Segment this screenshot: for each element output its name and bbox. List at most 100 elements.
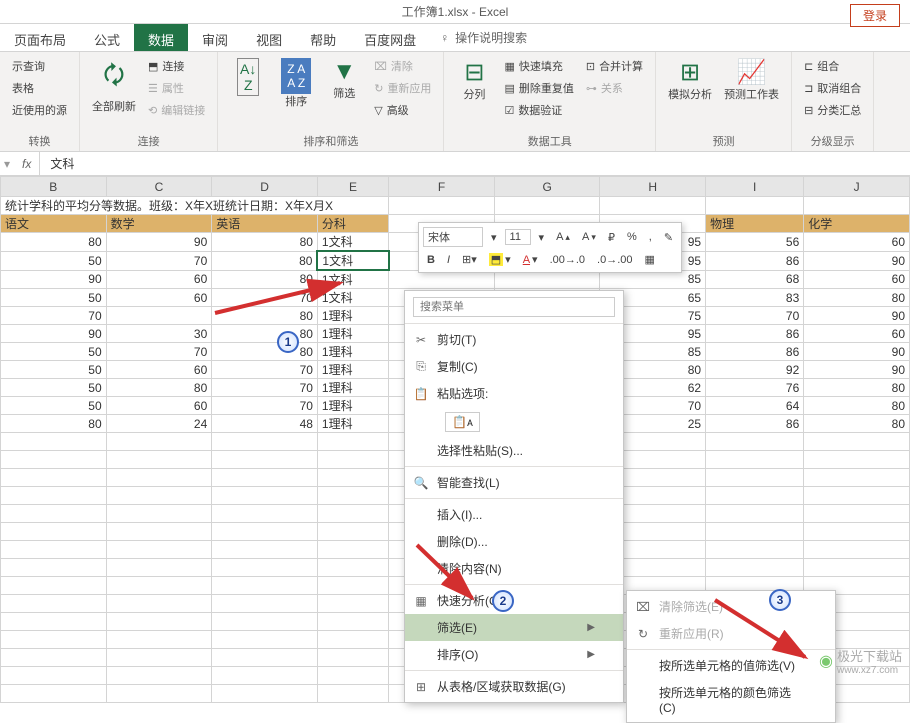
refresh-all-button[interactable]: 🗘 全部刷新: [88, 56, 140, 116]
cell[interactable]: 1理科: [317, 325, 388, 343]
tab-review[interactable]: 审阅: [188, 24, 242, 51]
cell[interactable]: 90: [106, 233, 212, 252]
tell-me-search[interactable]: ♀ 操作说明搜索: [430, 24, 537, 51]
tab-help[interactable]: 帮助: [296, 24, 350, 51]
login-button[interactable]: 登录: [850, 4, 900, 27]
cell[interactable]: 80: [212, 251, 318, 270]
header-cell-E[interactable]: 分科: [317, 215, 388, 233]
cell[interactable]: 50: [1, 379, 107, 397]
increase-font-icon[interactable]: A▴: [552, 229, 574, 245]
tab-data[interactable]: 数据: [134, 24, 188, 51]
cell[interactable]: 80: [804, 415, 910, 433]
data-validation-button[interactable]: ☑数据验证: [500, 100, 577, 120]
cell[interactable]: 70: [706, 307, 804, 325]
text-to-columns-button[interactable]: ⊟ 分列: [452, 56, 496, 104]
from-table-button[interactable]: 表格: [8, 78, 71, 98]
cell[interactable]: 70: [212, 361, 318, 379]
cell[interactable]: 60: [804, 325, 910, 343]
cell[interactable]: 92: [706, 361, 804, 379]
cell[interactable]: [106, 307, 212, 325]
sort-button[interactable]: Z AA Z 排序: [274, 56, 318, 111]
cell[interactable]: 70: [106, 343, 212, 361]
cell[interactable]: 86: [706, 343, 804, 361]
cell[interactable]: 1文科: [317, 289, 388, 307]
submenu-reapply[interactable]: ↻重新应用(R): [627, 620, 835, 647]
decrease-decimal-icon[interactable]: .00→.0: [546, 252, 589, 268]
flash-fill-button[interactable]: ▦快速填充: [500, 56, 577, 76]
reapply-filter-button[interactable]: ↻重新应用: [370, 78, 435, 98]
cell[interactable]: 90: [804, 343, 910, 361]
col-header-C[interactable]: C: [106, 177, 212, 197]
name-box-dropdown[interactable]: ▾: [0, 157, 14, 171]
info-row[interactable]: 统计学科的平均分等数据。班级：X年X班统计日期：X年X月X: [1, 197, 389, 215]
cell[interactable]: 70: [212, 379, 318, 397]
cell[interactable]: 90: [804, 307, 910, 325]
forecast-sheet-button[interactable]: 📈 预测工作表: [720, 56, 783, 104]
cell[interactable]: 1文科: [317, 270, 388, 289]
increase-decimal-icon[interactable]: .0→.00: [593, 252, 636, 268]
tab-view[interactable]: 视图: [242, 24, 296, 51]
cell[interactable]: 60: [804, 270, 910, 289]
group-button[interactable]: ⊏组合: [800, 56, 865, 76]
size-dropdown-icon[interactable]: ▾: [535, 229, 549, 246]
percent-format-icon[interactable]: %: [623, 229, 641, 245]
col-header-G[interactable]: G: [494, 177, 600, 197]
accounting-format-icon[interactable]: ₽: [604, 229, 619, 246]
cell[interactable]: 90: [804, 251, 910, 270]
col-header-D[interactable]: D: [212, 177, 318, 197]
cell[interactable]: 50: [1, 361, 107, 379]
menu-cut[interactable]: ✂剪切(T): [405, 326, 623, 353]
cell[interactable]: 90: [1, 325, 107, 343]
consolidate-button[interactable]: ⊡合并计算: [582, 56, 647, 76]
cell[interactable]: 76: [706, 379, 804, 397]
tab-formulas[interactable]: 公式: [80, 24, 134, 51]
header-cell-I[interactable]: 物理: [706, 215, 804, 233]
cell[interactable]: 80: [1, 415, 107, 433]
cell[interactable]: 80: [804, 289, 910, 307]
bold-icon[interactable]: B: [423, 252, 439, 268]
cell[interactable]: 70: [212, 397, 318, 415]
remove-duplicates-button[interactable]: ▤删除重复值: [500, 78, 577, 98]
cell[interactable]: 86: [706, 251, 804, 270]
cell[interactable]: 56: [706, 233, 804, 252]
paste-option-normal[interactable]: 📋ᴀ: [405, 407, 623, 437]
cell[interactable]: 70: [1, 307, 107, 325]
cell[interactable]: 68: [706, 270, 804, 289]
col-header-E[interactable]: E: [317, 177, 388, 197]
cell[interactable]: 60: [106, 289, 212, 307]
cell[interactable]: 1理科: [317, 361, 388, 379]
advanced-filter-button[interactable]: ▽高级: [370, 100, 435, 120]
submenu-filter-by-color[interactable]: 按所选单元格的颜色筛选(C): [627, 679, 835, 720]
font-dropdown-icon[interactable]: ▾: [487, 229, 501, 246]
cell[interactable]: 50: [1, 343, 107, 361]
border-icon[interactable]: ⊞▾: [458, 251, 481, 268]
cell[interactable]: 64: [706, 397, 804, 415]
cell[interactable]: 80: [212, 325, 318, 343]
cell[interactable]: 48: [212, 415, 318, 433]
tab-page-layout[interactable]: 页面布局: [0, 24, 80, 51]
show-queries-button[interactable]: 示查询: [8, 56, 71, 76]
cell[interactable]: 90: [1, 270, 107, 289]
menu-quick-analysis[interactable]: ▦快速分析(Q): [405, 587, 623, 614]
menu-get-data[interactable]: ⊞从表格/区域获取数据(G): [405, 673, 623, 700]
fill-color-icon[interactable]: ⬒▾: [485, 251, 515, 268]
filter-button[interactable]: ▼ 筛选: [322, 56, 366, 103]
menu-sort[interactable]: 排序(O)▶: [405, 641, 623, 668]
tab-baidu[interactable]: 百度网盘: [350, 24, 430, 51]
cell[interactable]: 1理科: [317, 397, 388, 415]
submenu-filter-by-value[interactable]: 按所选单元格的值筛选(V): [627, 652, 835, 679]
menu-smart-lookup[interactable]: 🔍智能查找(L): [405, 469, 623, 496]
fx-icon[interactable]: fx: [14, 152, 40, 175]
cell[interactable]: 60: [106, 270, 212, 289]
merge-center-icon[interactable]: ▦: [641, 251, 659, 268]
what-if-button[interactable]: ⊞ 模拟分析: [664, 56, 716, 104]
cell[interactable]: 80: [106, 379, 212, 397]
italic-icon[interactable]: I: [443, 252, 454, 268]
cell[interactable]: 1理科: [317, 415, 388, 433]
cell[interactable]: 1理科: [317, 343, 388, 361]
menu-paste-special[interactable]: 选择性粘贴(S)...: [405, 437, 623, 464]
header-cell-D[interactable]: 英语: [212, 215, 318, 233]
cell[interactable]: 1理科: [317, 379, 388, 397]
cell[interactable]: 50: [1, 251, 107, 270]
cell[interactable]: 80: [1, 233, 107, 252]
